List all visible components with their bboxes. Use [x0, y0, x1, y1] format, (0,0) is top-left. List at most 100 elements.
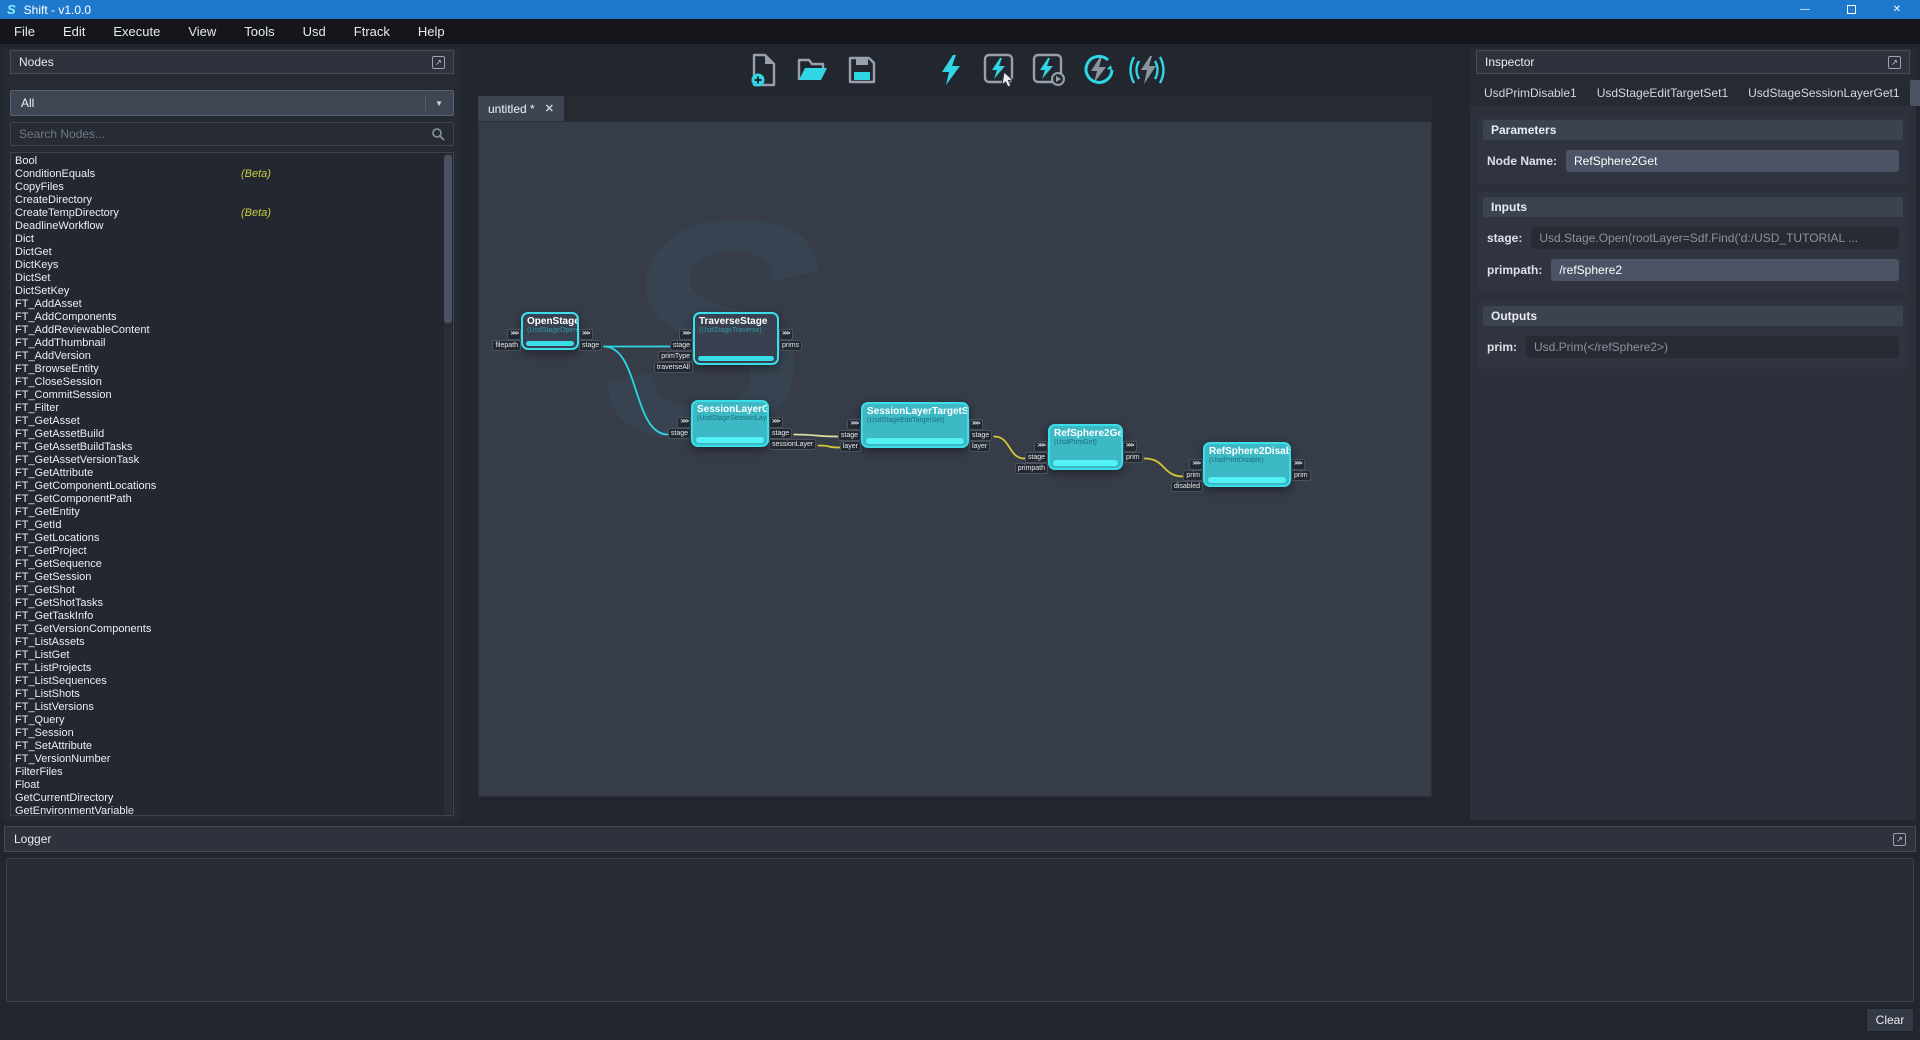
port-prim[interactable]: prim — [1183, 470, 1203, 481]
node-list-item[interactable]: DeadlineWorkflow — [11, 220, 453, 233]
inspector-tab-UsdStageSessionLayerGet1[interactable]: UsdStageSessionLayerGet1 — [1738, 80, 1909, 106]
node-list-item[interactable]: GetCurrentDirectory — [11, 792, 453, 805]
port-stage[interactable]: stage — [668, 428, 691, 439]
node-list-item[interactable]: FT_CloseSession — [11, 376, 453, 389]
node-list-item[interactable]: DictKeys — [11, 259, 453, 272]
port-layer[interactable]: layer — [969, 441, 990, 452]
node-list-item[interactable]: FT_BrowseEntity — [11, 363, 453, 376]
graph-node-SessionLayerGet[interactable]: SessionLayerGet(UsdStageSessionLayerGet)… — [691, 400, 769, 447]
port-primType[interactable]: primType — [658, 351, 693, 362]
node-list-item[interactable]: FT_GetSequence — [11, 558, 453, 571]
node-list-item[interactable]: FT_VersionNumber — [11, 753, 453, 766]
graph-node-TraverseStage[interactable]: TraverseStage(UsdStageTraverse)>>>stagep… — [693, 312, 779, 365]
search-input[interactable] — [19, 127, 431, 141]
port-stage[interactable]: stage — [969, 430, 992, 441]
node-list-item[interactable]: FT_GetId — [11, 519, 453, 532]
execute-button[interactable] — [932, 50, 970, 90]
node-list-item[interactable]: FT_GetComponentPath — [11, 493, 453, 506]
graph-node-OpenStage[interactable]: OpenStage(UsdStageOpen)>>>filepath>>>sta… — [521, 312, 579, 350]
node-list-item[interactable]: CreateTempDirectory(Beta) — [11, 207, 453, 220]
port-stage[interactable]: stage — [838, 430, 861, 441]
node-list-item[interactable]: FT_ListProjects — [11, 662, 453, 675]
menu-edit[interactable]: Edit — [49, 20, 99, 43]
node-list-item[interactable]: FT_SetAttribute — [11, 740, 453, 753]
node-list-item[interactable]: FT_GetProject — [11, 545, 453, 558]
port-prim[interactable]: prim — [1123, 452, 1143, 463]
live-execute-button[interactable] — [1128, 50, 1166, 90]
node-list-item[interactable]: FT_GetAsset — [11, 415, 453, 428]
port-stage[interactable]: stage — [1025, 452, 1048, 463]
menu-ftrack[interactable]: Ftrack — [340, 20, 404, 43]
port-traverseAll[interactable]: traverseAll — [654, 362, 693, 373]
node-list-item[interactable]: GetEnvironmentVariable — [11, 805, 453, 816]
node-list-item[interactable]: FT_AddAsset — [11, 298, 453, 311]
node-list-item[interactable]: FT_ListVersions — [11, 701, 453, 714]
node-list-item[interactable]: FT_GetAssetVersionTask — [11, 454, 453, 467]
node-list-item[interactable]: FT_ListGet — [11, 649, 453, 662]
port-sessionLayer[interactable]: sessionLayer — [769, 439, 816, 450]
port-prims[interactable]: prims — [779, 340, 802, 351]
tab-close-icon[interactable]: ✕ — [545, 102, 554, 115]
node-list-item[interactable]: FT_ListAssets — [11, 636, 453, 649]
node-list-item[interactable]: Float — [11, 779, 453, 792]
node-list-item[interactable]: FT_GetComponentLocations — [11, 480, 453, 493]
node-list-item[interactable]: FT_GetTaskInfo — [11, 610, 453, 623]
port-stage[interactable]: stage — [769, 428, 792, 439]
node-list-item[interactable]: FT_GetEntity — [11, 506, 453, 519]
node-list-item[interactable]: DictSet — [11, 272, 453, 285]
close-button[interactable]: ✕ — [1874, 0, 1920, 19]
node-list-item[interactable]: ConditionEquals(Beta) — [11, 168, 453, 181]
node-list-item[interactable]: FT_Filter — [11, 402, 453, 415]
node-list-item[interactable]: FT_GetLocations — [11, 532, 453, 545]
float-panel-icon[interactable]: ↗ — [1893, 833, 1906, 846]
node-list-item[interactable]: CreateDirectory — [11, 194, 453, 207]
node-list-item[interactable]: FT_GetShotTasks — [11, 597, 453, 610]
float-panel-icon[interactable]: ↗ — [1888, 56, 1901, 69]
node-category-dropdown[interactable]: All ▼ — [10, 90, 454, 116]
graph-canvas[interactable]: S OpenStage(UsdStageOpen)>>>filepath>>>s… — [478, 121, 1432, 797]
port-stage[interactable]: stage — [670, 340, 693, 351]
minimize-button[interactable]: — — [1782, 0, 1828, 19]
menu-usd[interactable]: Usd — [289, 20, 340, 43]
node-list-item[interactable]: FT_AddReviewableContent — [11, 324, 453, 337]
menu-file[interactable]: File — [0, 20, 49, 43]
float-panel-icon[interactable]: ↗ — [432, 56, 445, 69]
port-layer[interactable]: layer — [840, 441, 861, 452]
re-execute-button[interactable] — [1079, 50, 1117, 90]
node-list-item[interactable]: FilterFiles — [11, 766, 453, 779]
primpath-input[interactable] — [1551, 259, 1899, 281]
node-list-item[interactable]: FT_ListSequences — [11, 675, 453, 688]
menu-execute[interactable]: Execute — [99, 20, 174, 43]
node-list-item[interactable]: FT_GetVersionComponents — [11, 623, 453, 636]
execute-selection-button[interactable] — [981, 50, 1019, 90]
menu-view[interactable]: View — [174, 20, 230, 43]
inspector-tab-UsdPrimDisable1[interactable]: UsdPrimDisable1 — [1474, 80, 1587, 106]
node-list-item[interactable]: FT_CommitSession — [11, 389, 453, 402]
port-primpath[interactable]: primpath — [1015, 463, 1048, 474]
clear-log-button[interactable]: Clear — [1866, 1008, 1914, 1032]
graph-node-SessionLayerTargetSet[interactable]: SessionLayerTargetSet(UsdStageEditTarget… — [861, 402, 969, 448]
node-list-item[interactable]: Dict — [11, 233, 453, 246]
node-list-item[interactable]: FT_GetShot — [11, 584, 453, 597]
menu-tools[interactable]: Tools — [230, 20, 288, 43]
node-list-item[interactable]: DictSetKey — [11, 285, 453, 298]
node-list-item[interactable]: FT_AddThumbnail — [11, 337, 453, 350]
graph-tab-untitled[interactable]: untitled * ✕ — [478, 96, 564, 121]
node-list-item[interactable]: CopyFiles — [11, 181, 453, 194]
port-disabled[interactable]: disabled — [1171, 481, 1203, 492]
node-list-item[interactable]: FT_ListShots — [11, 688, 453, 701]
execute-from-node-button[interactable] — [1030, 50, 1068, 90]
graph-node-RefSphere2Disable[interactable]: RefSphere2Disable(UsdPrimDisable)>>>prim… — [1203, 442, 1291, 487]
menu-help[interactable]: Help — [404, 20, 459, 43]
open-scene-button[interactable] — [794, 50, 832, 90]
node-list-item[interactable]: FT_Session — [11, 727, 453, 740]
node-list-item[interactable]: FT_GetSession — [11, 571, 453, 584]
inspector-tab-UsdStageEditTargetSet1[interactable]: UsdStageEditTargetSet1 — [1587, 80, 1738, 106]
maximize-button[interactable] — [1828, 0, 1874, 19]
new-scene-button[interactable] — [745, 50, 783, 90]
port-stage[interactable]: stage — [579, 340, 602, 351]
node-list-item[interactable]: FT_GetAssetBuild — [11, 428, 453, 441]
node-list-item[interactable]: FT_Query — [11, 714, 453, 727]
port-prim[interactable]: prim — [1291, 470, 1311, 481]
graph-node-RefSphere2Get[interactable]: RefSphere2Get(UsdPrimGet)>>>stageprimpat… — [1048, 424, 1123, 470]
